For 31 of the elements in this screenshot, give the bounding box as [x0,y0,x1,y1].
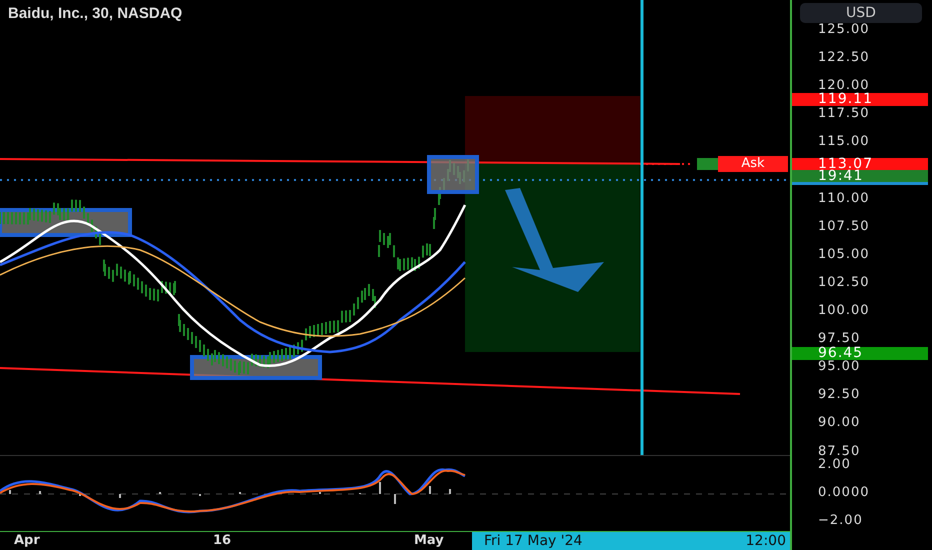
price-tick: 105.00 [818,248,870,261]
time-label: May [414,533,444,548]
arrow-icon [505,188,604,292]
price-tick: 107.50 [818,220,870,233]
price-tag: 19:41 [792,170,928,185]
price-tick: 117.50 [818,108,870,120]
price-tag: 119.11 [792,93,928,106]
oscillator-tick: −2.00 [818,515,863,527]
price-tag: 113.07 [792,158,928,171]
price-tick: 102.50 [818,276,870,289]
price-tick: 100.00 [818,305,870,317]
ask-label: Ask [718,156,788,172]
time-label: 16 [213,533,232,548]
price-tick: 87.50 [818,446,860,458]
oscillator-tick: 2.00 [818,459,851,471]
price-tick: 97.50 [818,333,860,346]
price-tick: 110.00 [818,192,870,205]
price-tick: 92.50 [818,389,860,402]
price-tick: 120.00 [818,80,870,92]
price-tick: 125.00 [818,24,870,36]
price-tick: 115.00 [818,136,870,148]
highlight-box [427,155,479,194]
oscillator-tick: 0.0000 [818,487,870,499]
price-tick: 90.00 [818,417,860,430]
currency-button[interactable]: USD [800,3,922,23]
price-tick: 122.50 [818,52,870,64]
time-label: Apr [14,533,40,548]
price-tick: 95.00 [818,361,860,374]
time-cursor-label: Fri 17 May '24 12:00 [472,532,790,550]
price-tag: 96.45 [792,347,928,360]
chart-title: Baidu, Inc., 30, NASDAQ [8,5,182,22]
